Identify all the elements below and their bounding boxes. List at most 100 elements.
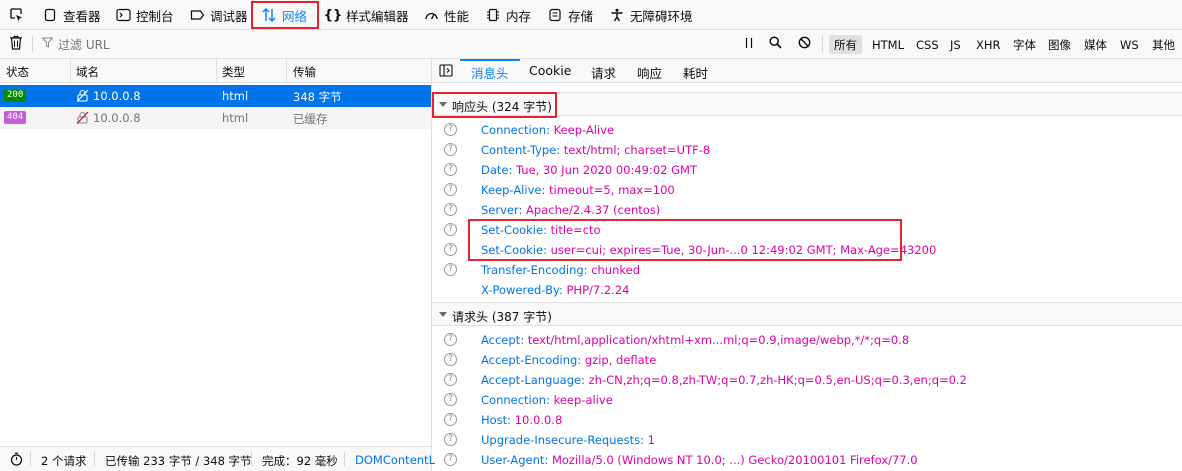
header-name: Server: <box>481 203 523 217</box>
header-row[interactable]: ? Transfer-Encoding: chunked <box>432 260 1182 280</box>
network-filter-bar: 过滤 URL 所有 HTML CSS JS XHR 字体 图像 媒体 WS 其他 <box>0 30 1182 59</box>
column-status[interactable]: 状态 <box>6 64 29 80</box>
filter-type-xhr[interactable]: XHR <box>971 35 1006 54</box>
filter-type-images[interactable]: 图像 <box>1043 35 1076 54</box>
toolbar-divider <box>822 36 823 52</box>
response-headers-title: 响应头 (324 字节) <box>452 100 552 114</box>
help-icon[interactable]: ? <box>444 393 457 406</box>
pause-recording-button[interactable] <box>744 30 754 58</box>
header-value: user=cui; expires=Tue, 30-Jun-...0 12:49… <box>550 243 937 257</box>
response-headers-section-toggle[interactable]: 响应头 (324 字节) <box>432 92 1182 116</box>
tab-response[interactable]: 响应 <box>637 63 662 82</box>
help-icon[interactable]: ? <box>444 453 457 466</box>
tab-memory[interactable]: 内存 <box>485 2 531 28</box>
finish-time: 完成：92 毫秒 <box>262 454 338 468</box>
insecure-lock-icon <box>76 111 89 124</box>
tab-inspector[interactable]: 查看器 <box>42 2 101 28</box>
filter-type-fonts[interactable]: 字体 <box>1008 35 1041 54</box>
header-name: Transfer-Encoding: <box>481 263 588 277</box>
header-row[interactable]: X-Powered-By: PHP/7.2.24 <box>432 280 1182 300</box>
toggle-sidebar-button[interactable] <box>439 64 453 80</box>
column-domain[interactable]: 域名 <box>76 64 99 80</box>
tab-accessibility[interactable]: 无障碍环境 <box>609 2 693 28</box>
request-transfer: 348 字节 <box>293 90 342 104</box>
tab-style-editor-label: 样式编辑器 <box>346 8 409 24</box>
filter-type-all[interactable]: 所有 <box>829 35 862 54</box>
dom-content-loaded: DOMContentL <box>355 453 435 467</box>
header-row[interactable]: ? User-Agent: Mozilla/5.0 (Windows NT 10… <box>432 450 1182 470</box>
header-row[interactable]: ? Date: Tue, 30 Jun 2020 00:49:02 GMT <box>432 160 1182 180</box>
header-row[interactable]: ? Set-Cookie: title=cto <box>432 220 1182 240</box>
tab-performance-label: 性能 <box>444 8 470 24</box>
header-name: Date: <box>481 163 513 177</box>
filter-url-input[interactable]: 过滤 URL <box>41 30 722 58</box>
help-icon[interactable]: ? <box>444 373 457 386</box>
help-icon[interactable]: ? <box>444 223 457 236</box>
tab-cookies[interactable]: Cookie <box>529 63 571 78</box>
tab-performance[interactable]: 性能 <box>423 2 469 28</box>
header-row[interactable]: ? Accept: text/html,application/xhtml+xm… <box>432 330 1182 350</box>
column-transfer[interactable]: 传输 <box>293 64 316 80</box>
tab-request[interactable]: 请求 <box>591 63 616 82</box>
header-row[interactable]: ? Accept-Language: zh-CN,zh;q=0.8,zh-TW;… <box>432 370 1182 390</box>
tab-storage[interactable]: 存储 <box>547 2 593 28</box>
column-divider[interactable] <box>216 59 217 83</box>
header-value: Tue, 30 Jun 2020 00:49:02 GMT <box>516 163 697 177</box>
header-row[interactable]: ? Content-Type: text/html; charset=UTF-8 <box>432 140 1182 160</box>
header-row[interactable]: ? Host: 10.0.0.8 <box>432 410 1182 430</box>
help-icon[interactable]: ? <box>444 163 457 176</box>
header-value: 10.0.0.8 <box>514 413 563 427</box>
tab-network[interactable]: 网络 <box>261 2 307 28</box>
help-icon[interactable]: ? <box>444 143 457 156</box>
help-icon[interactable]: ? <box>444 183 457 196</box>
filter-type-css[interactable]: CSS <box>911 35 944 54</box>
request-row[interactable]: 200 10.0.0.8 html 348 字节 <box>0 85 431 107</box>
tab-timings[interactable]: 耗时 <box>683 63 708 82</box>
help-icon[interactable]: ? <box>444 333 457 346</box>
status-divider <box>251 452 252 466</box>
header-row[interactable]: ? Server: Apache/2.4.37 (centos) <box>432 200 1182 220</box>
help-icon[interactable]: ? <box>444 433 457 446</box>
help-icon[interactable]: ? <box>444 353 457 366</box>
devtools-toolbar: 查看器 控制台 调试器 网络 {} 样式编辑器 性能 内存 存储 无障碍环境 <box>0 0 1182 30</box>
element-picker-button[interactable] <box>8 2 29 28</box>
memory-icon <box>485 7 501 23</box>
column-divider[interactable] <box>70 59 71 83</box>
header-row[interactable]: ? Set-Cookie: user=cui; expires=Tue, 30-… <box>432 240 1182 260</box>
filter-type-other[interactable]: 其他 <box>1147 35 1180 54</box>
header-row[interactable]: ? Keep-Alive: timeout=5, max=100 <box>432 180 1182 200</box>
toolbar-divider <box>32 36 33 52</box>
block-urls-button[interactable] <box>798 30 811 58</box>
filter-type-js[interactable]: JS <box>945 35 966 54</box>
details-tabs: 消息头 Cookie 请求 响应 耗时 <box>432 59 1182 83</box>
column-divider[interactable] <box>286 59 287 83</box>
help-icon[interactable]: ? <box>444 413 457 426</box>
expand-triangle-icon <box>439 102 447 107</box>
search-button[interactable] <box>769 30 782 58</box>
header-row[interactable]: ? Accept-Encoding: gzip, deflate <box>432 350 1182 370</box>
help-icon[interactable]: ? <box>444 263 457 276</box>
header-row[interactable]: ? Connection: keep-alive <box>432 390 1182 410</box>
help-icon[interactable]: ? <box>444 243 457 256</box>
tab-console[interactable]: 控制台 <box>115 2 174 28</box>
request-transfer: 已缓存 <box>293 112 328 126</box>
tab-style-editor[interactable]: {} 样式编辑器 <box>324 2 409 28</box>
filter-type-html[interactable]: HTML <box>867 35 909 54</box>
stopwatch-icon[interactable] <box>10 452 23 469</box>
filter-type-media[interactable]: 媒体 <box>1079 35 1112 54</box>
tab-accessibility-label: 无障碍环境 <box>630 8 693 24</box>
header-name: User-Agent: <box>481 453 549 467</box>
header-row[interactable]: ? Connection: Keep-Alive <box>432 120 1182 140</box>
help-icon[interactable]: ? <box>444 203 457 216</box>
request-headers-section-toggle[interactable]: 请求头 (387 字节) <box>432 302 1182 326</box>
request-row[interactable]: 404 10.0.0.8 html 已缓存 <box>0 107 431 129</box>
clear-requests-button[interactable] <box>9 30 23 58</box>
column-type[interactable]: 类型 <box>222 64 245 80</box>
filter-type-ws[interactable]: WS <box>1115 35 1144 54</box>
header-name: Connection: <box>481 123 550 137</box>
tab-headers[interactable]: 消息头 <box>471 63 509 82</box>
status-divider <box>94 452 95 466</box>
tab-debugger[interactable]: 调试器 <box>189 2 248 28</box>
help-icon[interactable]: ? <box>444 123 457 136</box>
header-row[interactable]: ? Upgrade-Insecure-Requests: 1 <box>432 430 1182 450</box>
